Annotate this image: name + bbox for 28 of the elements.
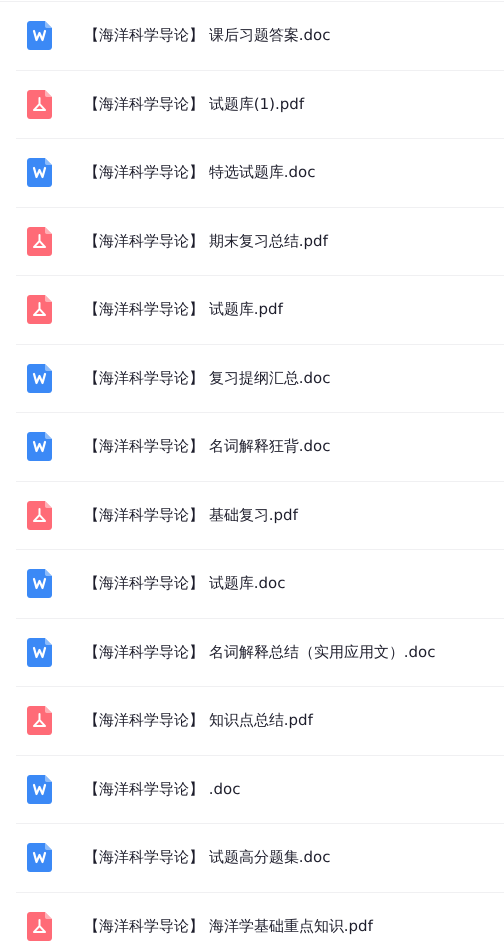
pdf-icon (27, 295, 52, 324)
document-icon (27, 774, 52, 804)
file-name[interactable]: 【海洋科学导论】 课后习题答案.doc (84, 26, 330, 46)
document-icon (27, 569, 52, 598)
file-name[interactable]: 【海洋科学导论】 知识点总结.pdf (84, 711, 313, 730)
pdf-icon (27, 226, 52, 256)
document-icon (27, 843, 52, 872)
document-icon (27, 158, 52, 188)
document-icon (27, 432, 52, 462)
file-name[interactable]: 【海洋科学导论】 试题库.doc (84, 574, 286, 594)
pdf-icon (27, 90, 52, 119)
document-icon (27, 638, 52, 667)
document-icon (27, 21, 52, 50)
file-name[interactable]: 【海洋科学导论】 基础复习.pdf (84, 506, 298, 525)
file-name[interactable]: 【海洋科学导论】 试题库.pdf (84, 300, 283, 320)
pdf-icon (27, 706, 52, 736)
file-name[interactable]: 【海洋科学导论】 复习提纲汇总.doc (84, 368, 330, 388)
file-name[interactable]: 【海洋科学导论】 .doc (84, 780, 240, 799)
file-name[interactable]: 【海洋科学导论】 海洋学基础重点知识.pdf (84, 916, 373, 936)
pdf-icon (27, 500, 52, 530)
file-name[interactable]: 【海洋科学导论】 试题高分题集.doc (84, 848, 330, 868)
file-name[interactable]: 【海洋科学导论】 特选试题库.doc (84, 163, 316, 182)
document-icon (27, 364, 52, 393)
file-name[interactable]: 【海洋科学导论】 期末复习总结.pdf (84, 232, 328, 251)
file-name[interactable]: 【海洋科学导论】 试题库(1).pdf (84, 94, 304, 114)
file-name[interactable]: 【海洋科学导论】 名词解释总结（实用应用文）.doc (84, 642, 436, 662)
file-name[interactable]: 【海洋科学导论】 名词解释狂背.doc (84, 437, 330, 456)
pdf-icon (27, 912, 52, 941)
